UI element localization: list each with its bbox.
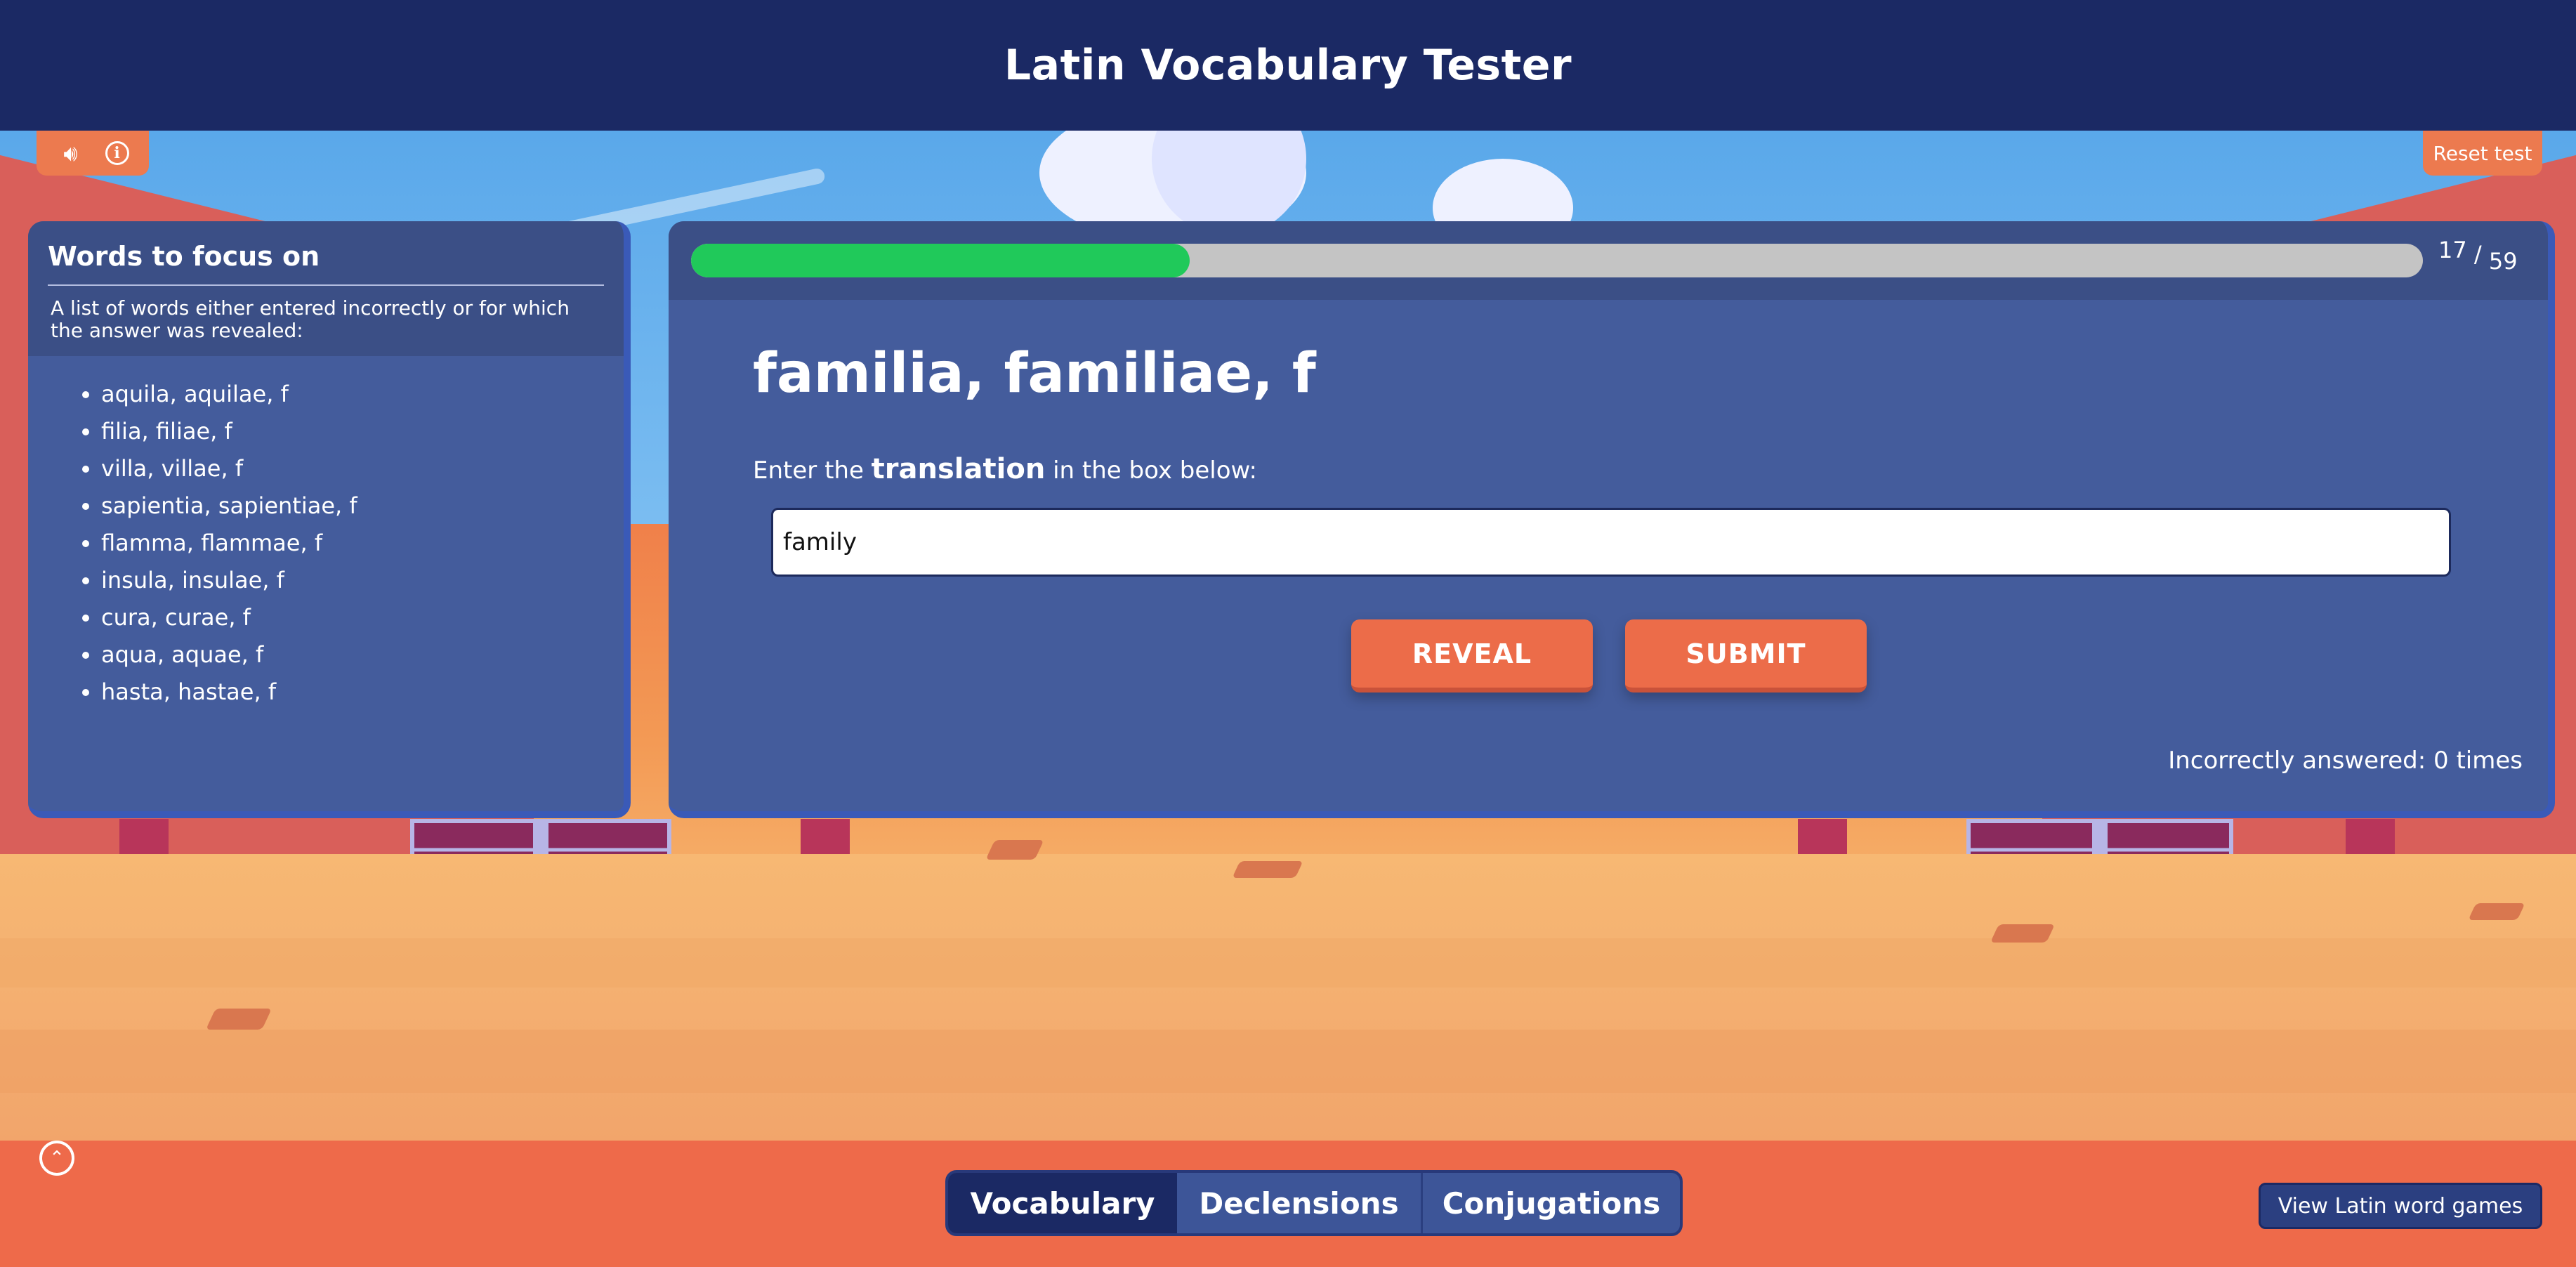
tab-conjugations[interactable]: Conjugations — [1423, 1173, 1680, 1233]
list-item: aqua, aquae, f — [101, 636, 624, 674]
sand-band — [0, 1030, 2576, 1093]
sand-ground — [0, 854, 2576, 1141]
progress-total: 59 — [2488, 248, 2518, 275]
list-item: insula, insulae, f — [101, 562, 624, 599]
rock — [1232, 861, 1303, 878]
sand-band — [0, 938, 2576, 987]
focus-word-list: aquila, aquilae, f filia, filiae, f vill… — [28, 356, 624, 711]
incorrect-count: Incorrectly answered: 0 times — [2168, 747, 2523, 775]
list-item: hasta, hastae, f — [101, 674, 624, 711]
tab-declensions[interactable]: Declensions — [1177, 1173, 1423, 1233]
focus-panel-header: Words to focus on A list of words either… — [28, 221, 624, 356]
view-latin-games-button[interactable]: View Latin word games — [2259, 1183, 2542, 1229]
list-item: filia, filiae, f — [101, 413, 624, 450]
submit-button[interactable]: SUBMIT — [1625, 619, 1867, 692]
list-item: aquila, aquilae, f — [101, 376, 624, 413]
progress-row: 17 / 59 — [669, 221, 2548, 300]
answer-prompt: Enter the translation in the box below: — [753, 453, 1257, 485]
progress-bar — [691, 244, 2423, 277]
list-item: villa, villae, f — [101, 450, 624, 487]
prompt-text: Enter the — [753, 457, 872, 485]
list-item: sapientia, sapientiae, f — [101, 487, 624, 525]
rock — [1990, 924, 2056, 943]
list-item: cura, curae, f — [101, 599, 624, 636]
page-title: Latin Vocabulary Tester — [1004, 41, 1572, 90]
tab-vocabulary[interactable]: Vocabulary — [948, 1173, 1177, 1233]
prompt-text: in the box below: — [1045, 457, 1257, 485]
chevron-up-icon[interactable]: ⌃ — [39, 1141, 74, 1176]
app-header: Latin Vocabulary Tester — [0, 0, 2576, 131]
reveal-button[interactable]: REVEAL — [1351, 619, 1593, 692]
list-item: flamma, flammae, f — [101, 525, 624, 562]
rock — [206, 1009, 272, 1030]
rock — [985, 840, 1044, 860]
speaker-icon[interactable]: 🔊︎ — [57, 139, 85, 167]
progress-separator: / — [2473, 241, 2482, 268]
info-icon[interactable]: i — [105, 141, 129, 165]
progress-counter: 17 / 59 — [2438, 237, 2518, 275]
answer-input[interactable] — [771, 508, 2451, 577]
focus-panel-title: Words to focus on — [48, 241, 604, 286]
rock — [2468, 903, 2525, 920]
prompt-keyword: translation — [871, 453, 1046, 485]
focus-panel-description: A list of words either entered incorrect… — [51, 296, 570, 342]
reset-test-button[interactable]: Reset test — [2423, 131, 2542, 176]
utility-tab: 🔊︎ i — [37, 131, 149, 176]
focus-words-panel: Words to focus on A list of words either… — [28, 221, 631, 818]
section-tabs: Vocabulary Declensions Conjugations — [945, 1170, 1683, 1236]
progress-current: 17 — [2438, 237, 2467, 263]
quiz-card: 17 / 59 familia, familiae, f Enter the t… — [669, 221, 2555, 818]
progress-bar-fill — [691, 244, 1190, 277]
latin-word: familia, familiae, f — [753, 342, 1316, 405]
